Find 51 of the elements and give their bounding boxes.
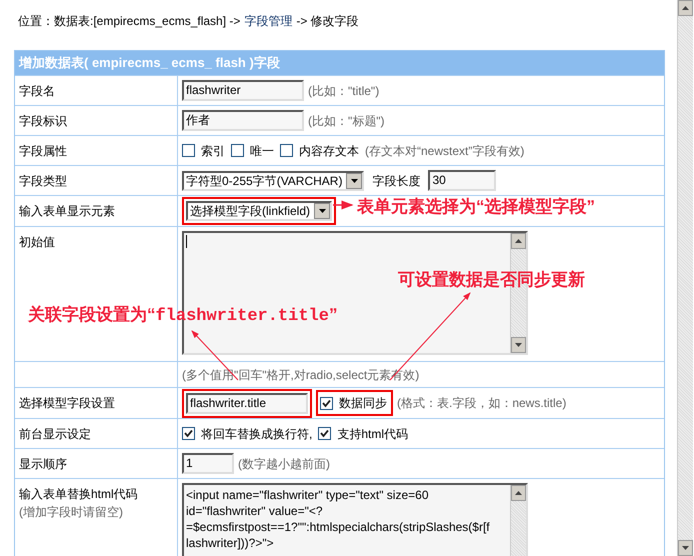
scroll-up-icon[interactable] — [511, 485, 526, 501]
select-dropdown[interactable]: 字符型0-255字节(VARCHAR) — [182, 170, 364, 190]
hint-text: (数字越小越前面) — [238, 456, 330, 472]
checkbox[interactable] — [320, 396, 333, 410]
field-label: 字段类型 — [19, 173, 68, 190]
field-label: 字段标识 — [19, 113, 68, 130]
field-note: (增加字段时请留空) — [19, 504, 124, 521]
scrollbar[interactable] — [677, 0, 693, 556]
breadcrumb-text: 位置：数据表:[empirecms_ecms_flash] -> — [18, 13, 240, 30]
checkbox-label: 内容存文本 — [299, 142, 359, 160]
breadcrumb-text: -> 修改字段 — [296, 13, 359, 30]
annotation-text: 表单元素选择为“选择模型字段” — [357, 196, 595, 218]
input-field[interactable]: 作者 — [182, 110, 304, 131]
annotation-text: 可设置数据是否同步更新 — [398, 269, 585, 291]
field-label: 字段属性 — [19, 143, 68, 160]
scroll-down-icon[interactable] — [678, 540, 693, 556]
checkbox[interactable] — [182, 144, 195, 157]
hint-text: (存文本对“newstext”字段有效) — [365, 142, 524, 160]
field-label: 输入表单替换html代码 — [19, 486, 139, 503]
scroll-down-icon[interactable] — [511, 337, 526, 353]
hint-text: (比如："标题") — [308, 112, 385, 130]
breadcrumb-link[interactable]: 字段管理 — [244, 12, 292, 30]
scrollbar[interactable] — [510, 485, 526, 556]
scroll-up-icon[interactable] — [511, 233, 526, 249]
checkbox[interactable] — [318, 427, 332, 440]
select-dropdown[interactable]: 选择模型字段(linkfield) — [186, 201, 332, 221]
checkbox-label: 数据同步 — [339, 395, 387, 412]
input-field[interactable]: flashwriter.title — [186, 392, 308, 414]
input-field[interactable]: 30 — [428, 170, 496, 191]
checkbox-label: 索引 — [201, 142, 225, 160]
field-label: 字段名 — [19, 83, 56, 100]
checkbox-label: 将回车替换成换行符, — [201, 426, 312, 442]
field-label: 前台显示设定 — [19, 426, 92, 443]
checkbox[interactable] — [182, 427, 195, 440]
form-header: 增加数据表( empirecms_ ecms_ flash )字段 — [15, 51, 664, 75]
code-textarea[interactable]: <input name="flashwriter" type="text" size=60 id="flashwriter" value="<?=$ecmsfirstpost==1?"":htmlspecialchars(stripSlashes($r[flashwriter]))?>"> — [182, 483, 528, 556]
input-field[interactable]: 1 — [182, 453, 234, 474]
input-field[interactable]: flashwriter — [182, 80, 304, 101]
field-label: 输入表单显示元素 — [19, 203, 116, 220]
checkbox[interactable] — [280, 144, 293, 157]
scroll-up-icon[interactable] — [678, 0, 693, 16]
annotation-arrow — [333, 200, 354, 210]
checkbox[interactable] — [231, 144, 244, 157]
field-label: 初始值 — [19, 234, 56, 251]
field-label: 显示顺序 — [19, 456, 68, 473]
hint-text: (比如："title") — [308, 82, 380, 100]
checkbox-label: 唯一 — [250, 142, 274, 160]
hint-text: (格式：表.字段，如：news.title) — [397, 395, 566, 412]
checkbox-label: 支持html代码 — [337, 426, 408, 442]
field-label: 选择模型字段设置 — [19, 395, 116, 412]
field-label: 字段长度 — [372, 172, 420, 190]
